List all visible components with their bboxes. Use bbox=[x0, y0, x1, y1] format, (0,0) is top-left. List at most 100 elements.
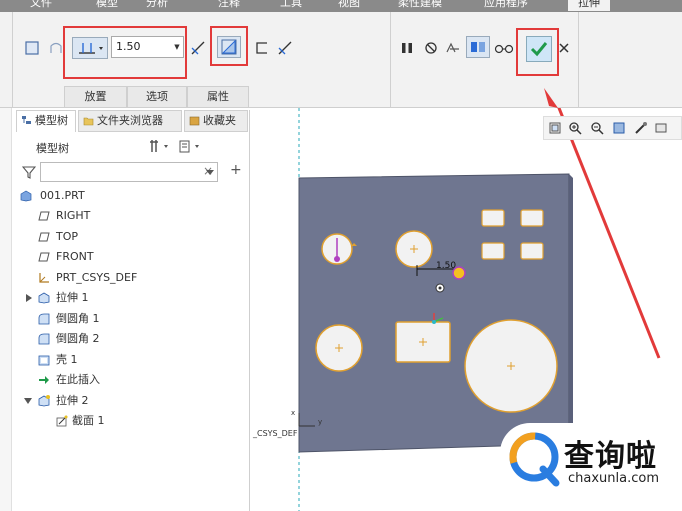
flip-thicken-icon bbox=[278, 41, 292, 55]
round-icon bbox=[38, 313, 50, 325]
tab-favorites[interactable]: 收藏夹 bbox=[184, 110, 248, 132]
tree-item-round-1[interactable]: 倒圆角 1 bbox=[12, 310, 248, 328]
tree-item-front-plane[interactable]: FRONT bbox=[12, 248, 248, 266]
glasses-preview-button[interactable] bbox=[494, 38, 514, 58]
zoom-out-icon[interactable] bbox=[590, 121, 604, 135]
watermark-title: 查询啦 bbox=[564, 439, 657, 474]
solid-icon bbox=[25, 41, 39, 55]
axis-y-label: y bbox=[318, 418, 322, 426]
solid-extrude-button[interactable] bbox=[22, 38, 42, 58]
tree-item-label: 001.PRT bbox=[40, 189, 85, 202]
menu-tab-tools[interactable]: 工具 bbox=[280, 0, 302, 11]
slot-3[interactable] bbox=[481, 242, 505, 260]
model-tree-icon bbox=[22, 116, 31, 124]
tree-item-top-plane[interactable]: TOP bbox=[12, 228, 248, 246]
annotation-arrowhead bbox=[544, 88, 558, 108]
round-icon bbox=[38, 333, 50, 345]
sketch-icon bbox=[56, 415, 68, 427]
tree-item-label: PRT_CSYS_DEF bbox=[56, 271, 138, 284]
tree-item-csys[interactable]: PRT_CSYS_DEF bbox=[12, 269, 248, 287]
ribbon-divider bbox=[390, 12, 391, 108]
tree-item-label: 截面 1 bbox=[72, 414, 105, 427]
tree-item-section-1[interactable]: 截面 1 bbox=[12, 412, 248, 430]
shell-icon bbox=[38, 355, 50, 366]
thicken-sketch-button[interactable] bbox=[252, 38, 272, 58]
tree-item-label: RIGHT bbox=[56, 209, 91, 222]
verify-icon bbox=[471, 42, 485, 52]
menu-tab-extrude[interactable]: 拉伸 bbox=[568, 0, 610, 11]
menu-tab-file[interactable]: 文件 bbox=[30, 0, 52, 11]
tree-item-extrude-1[interactable]: 拉伸 1 bbox=[12, 289, 248, 307]
blind-depth-icon bbox=[79, 43, 103, 54]
surface-icon bbox=[50, 42, 62, 53]
verify-mode-button[interactable] bbox=[466, 36, 490, 58]
menu-tab-view[interactable]: 视图 bbox=[338, 0, 360, 11]
remove-material-button[interactable] bbox=[217, 36, 241, 58]
tree-item-label: 壳 1 bbox=[56, 353, 78, 366]
settings-icon[interactable] bbox=[148, 138, 208, 154]
tab-favorites-label: 收藏夹 bbox=[203, 114, 236, 127]
cancel-button[interactable] bbox=[557, 40, 571, 56]
drag-handle[interactable] bbox=[334, 256, 340, 262]
depth-value-input[interactable]: 1.50 ▼ bbox=[111, 36, 184, 58]
tree-item-label: FRONT bbox=[56, 250, 94, 263]
datum-plane-icon bbox=[38, 232, 50, 242]
no-preview-icon bbox=[425, 42, 437, 54]
tree-item-shell-1[interactable]: 壳 1 bbox=[12, 351, 248, 369]
chevron-down-icon[interactable] bbox=[206, 168, 214, 176]
slot-1[interactable] bbox=[481, 209, 505, 227]
pause-icon bbox=[402, 43, 412, 53]
chevron-down-icon[interactable]: ▼ bbox=[171, 37, 183, 57]
collapse-arrow-icon[interactable] bbox=[24, 398, 32, 404]
close-icon bbox=[559, 43, 569, 53]
tree-filter-input[interactable]: × bbox=[40, 162, 218, 182]
datum-plane-icon bbox=[38, 211, 50, 221]
menu-tab-model[interactable]: 模型 bbox=[96, 0, 118, 11]
tab-properties[interactable]: 属性 bbox=[187, 86, 249, 108]
slot-2[interactable] bbox=[520, 209, 544, 227]
datum-plane-icon bbox=[38, 252, 50, 262]
tree-settings-toolbar bbox=[148, 138, 208, 154]
menu-tab-flexible-modeling[interactable]: 柔性建模 bbox=[398, 0, 442, 11]
expand-arrow-icon[interactable] bbox=[26, 294, 32, 302]
flip-thicken-button[interactable] bbox=[275, 38, 295, 58]
menu-bar: 文件 模型 分析 注释 工具 视图 柔性建模 应用程序 拉伸 bbox=[0, 0, 682, 12]
pause-button[interactable] bbox=[397, 38, 417, 58]
tree-item-insert-here[interactable]: 在此插入 bbox=[12, 371, 248, 389]
tab-folder-browser[interactable]: 文件夹浏览器 bbox=[78, 110, 182, 132]
tree-item-label: 倒圆角 1 bbox=[56, 312, 100, 325]
tab-placement[interactable]: 放置 bbox=[64, 86, 127, 108]
add-filter-button[interactable]: + bbox=[230, 162, 242, 178]
confirm-button[interactable] bbox=[526, 36, 552, 62]
saved-views-icon[interactable] bbox=[654, 121, 668, 135]
menu-tab-applications[interactable]: 应用程序 bbox=[484, 0, 528, 11]
tree-item-part[interactable]: 001.PRT bbox=[12, 187, 248, 205]
repaint-icon[interactable] bbox=[612, 121, 626, 135]
thicken-icon bbox=[256, 42, 267, 54]
flip-direction-button[interactable] bbox=[188, 38, 208, 58]
depth-type-dropdown[interactable] bbox=[72, 37, 108, 59]
slot-4[interactable] bbox=[520, 242, 544, 260]
menu-tab-analysis[interactable]: 分析 bbox=[146, 0, 168, 11]
filter-icon[interactable] bbox=[22, 165, 36, 179]
axis-x-label: x bbox=[291, 409, 295, 417]
refit-icon[interactable] bbox=[548, 121, 562, 135]
zoom-in-icon[interactable] bbox=[568, 121, 582, 135]
folder-icon bbox=[83, 117, 94, 126]
depth-drag-handle[interactable] bbox=[452, 266, 466, 280]
tree-item-extrude-2[interactable]: 拉伸 2 bbox=[12, 392, 248, 410]
triad-origin bbox=[432, 320, 436, 324]
preview-geometry-button[interactable] bbox=[443, 38, 463, 58]
watermark-url: chaxunla.com bbox=[568, 471, 659, 486]
menu-tab-annotate[interactable]: 注释 bbox=[218, 0, 240, 11]
tree-item-label: 拉伸 2 bbox=[56, 394, 89, 407]
no-preview-button[interactable] bbox=[421, 38, 441, 58]
tree-item-round-2[interactable]: 倒圆角 2 bbox=[12, 330, 248, 348]
display-style-icon[interactable] bbox=[634, 121, 648, 135]
logo-q-icon bbox=[509, 432, 560, 487]
tree-item-right-plane[interactable]: RIGHT bbox=[12, 207, 248, 225]
tab-model-tree[interactable]: 模型树 bbox=[16, 110, 76, 132]
model-tree-panel: 模型树 文件夹浏览器 收藏夹 模型树 × + 001.PRT RIGHT bbox=[12, 110, 250, 511]
glasses-icon bbox=[494, 44, 514, 54]
tab-options[interactable]: 选项 bbox=[127, 86, 187, 108]
